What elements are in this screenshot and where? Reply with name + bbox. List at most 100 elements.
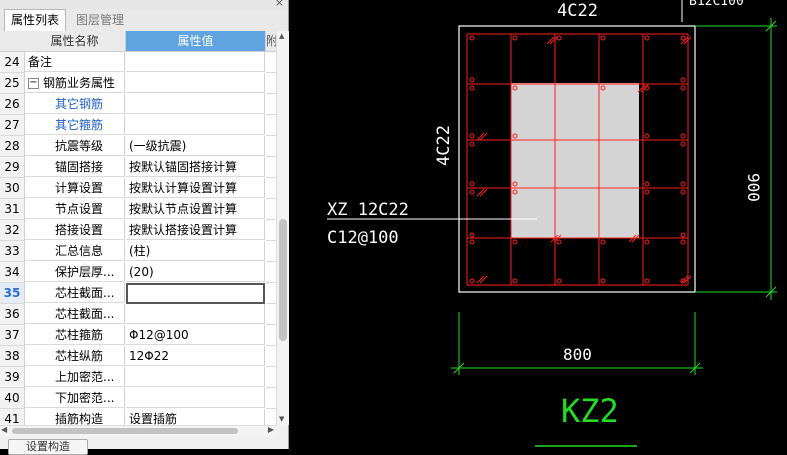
- row-number[interactable]: 36: [0, 304, 25, 325]
- property-value-editor[interactable]: [126, 283, 265, 304]
- row-number[interactable]: 30: [0, 178, 25, 199]
- extra-column-header[interactable]: 附: [266, 31, 276, 52]
- property-row[interactable]: 24 备注: [0, 52, 276, 73]
- property-name[interactable]: 上加密范...: [25, 367, 125, 387]
- property-name[interactable]: 芯柱纵筋: [25, 346, 125, 366]
- property-row[interactable]: 29 锚固搭接 按默认锚固搭接计算: [0, 157, 276, 178]
- extra-cell: [266, 115, 276, 136]
- property-value[interactable]: [126, 94, 265, 114]
- collapse-icon[interactable]: −: [28, 78, 39, 89]
- vertical-scrollbar[interactable]: ▲ ▼: [276, 31, 289, 425]
- row-number[interactable]: 35: [0, 283, 25, 304]
- property-value[interactable]: (一级抗震): [126, 136, 265, 156]
- property-row[interactable]: 34 保护层厚... (20): [0, 262, 276, 283]
- row-number[interactable]: 27: [0, 115, 25, 136]
- property-name[interactable]: 保护层厚...: [25, 262, 125, 282]
- property-value[interactable]: 按默认搭接设置计算: [126, 220, 265, 240]
- property-value[interactable]: [126, 388, 265, 408]
- property-value[interactable]: 12Φ22: [126, 346, 265, 366]
- property-row[interactable]: 39 上加密范...: [0, 367, 276, 388]
- property-value[interactable]: (20): [126, 262, 265, 282]
- property-row[interactable]: 40 下加密范...: [0, 388, 276, 409]
- scroll-up-icon[interactable]: ▲: [279, 32, 284, 40]
- row-number[interactable]: 25: [0, 73, 25, 94]
- property-name[interactable]: 计算设置: [25, 178, 125, 198]
- property-name[interactable]: 芯柱截面...: [25, 283, 125, 303]
- property-name[interactable]: 锚固搭接: [25, 157, 125, 177]
- property-name[interactable]: 节点设置: [25, 199, 125, 219]
- vertical-scroll-thumb[interactable]: [279, 219, 287, 341]
- property-name[interactable]: 汇总信息: [25, 241, 125, 261]
- property-name[interactable]: 下加密范...: [25, 388, 125, 408]
- row-number[interactable]: 34: [0, 262, 25, 283]
- property-row[interactable]: 31 节点设置 按默认节点设置计算: [0, 199, 276, 220]
- property-row[interactable]: 27 其它箍筋: [0, 115, 276, 136]
- tab-property-list[interactable]: 属性列表: [4, 9, 67, 32]
- row-number[interactable]: 41: [0, 409, 25, 425]
- property-value[interactable]: 按默认计算设置计算: [126, 178, 265, 198]
- property-name[interactable]: 备注: [25, 52, 125, 72]
- scroll-left-icon[interactable]: ◀: [1, 425, 7, 434]
- row-number[interactable]: 33: [0, 241, 25, 262]
- property-value[interactable]: (柱): [126, 241, 265, 261]
- property-name[interactable]: 其它箍筋: [25, 115, 125, 135]
- row-number[interactable]: 39: [0, 367, 25, 388]
- extra-cell: [266, 346, 276, 367]
- left-rebar-label: 4C22: [434, 125, 454, 166]
- drawing-canvas[interactable]: 4C22 B12C100 4C22 XZ 12C22 C12@100 900 8…: [289, 0, 787, 449]
- horizontal-scrollbar[interactable]: ◀ ▶: [0, 425, 276, 436]
- property-name-header[interactable]: 属性名称: [24, 31, 126, 52]
- property-value-header[interactable]: 属性值: [126, 31, 266, 52]
- property-row[interactable]: 28 抗震等级 (一级抗震): [0, 136, 276, 157]
- top-rebar-label: 4C22: [557, 1, 598, 21]
- property-name[interactable]: 芯柱箍筋: [25, 325, 125, 345]
- property-value[interactable]: 按默认节点设置计算: [126, 199, 265, 219]
- row-number[interactable]: 29: [0, 157, 25, 178]
- property-name[interactable]: 抗震等级: [25, 136, 125, 156]
- row-number[interactable]: 40: [0, 388, 25, 409]
- row-number[interactable]: 24: [0, 52, 25, 73]
- property-name[interactable]: − 钢筋业务属性: [25, 73, 125, 93]
- row-number[interactable]: 32: [0, 220, 25, 241]
- row-number[interactable]: 28: [0, 136, 25, 157]
- property-grid: 属性名称 属性值 附 24 备注 25− 钢筋业务属性 26 其它钢筋 27 其它箍筋 28 抗震…: [0, 31, 276, 425]
- close-icon[interactable]: ×: [275, 0, 284, 9]
- property-row[interactable]: 26 其它钢筋: [0, 94, 276, 115]
- property-value[interactable]: Φ12@100: [126, 325, 265, 345]
- property-value[interactable]: 按默认锚固搭接计算: [126, 157, 265, 177]
- tab-layer-management[interactable]: 图层管理: [70, 10, 130, 30]
- property-row[interactable]: 37 芯柱箍筋 Φ12@100: [0, 325, 276, 346]
- property-row[interactable]: 38 芯柱纵筋 12Φ22: [0, 346, 276, 367]
- row-number[interactable]: 26: [0, 94, 25, 115]
- property-name-label: 钢筋业务属性: [43, 76, 116, 90]
- property-value[interactable]: [126, 304, 265, 324]
- setup-construction-button[interactable]: 设置构造: [8, 439, 88, 455]
- property-row[interactable]: 41 插筋构造 设置插筋: [0, 409, 276, 425]
- property-row[interactable]: 25− 钢筋业务属性: [0, 73, 276, 94]
- property-row[interactable]: 36 芯柱截面...: [0, 304, 276, 325]
- top-right-label: B12C100: [689, 0, 744, 9]
- property-name[interactable]: 芯柱截面...: [25, 304, 125, 324]
- property-name[interactable]: 其它钢筋: [25, 94, 125, 114]
- property-value[interactable]: 设置插筋: [126, 409, 265, 425]
- row-number[interactable]: 38: [0, 346, 25, 367]
- scroll-right-icon[interactable]: ▶: [268, 425, 274, 434]
- extra-cell: [266, 136, 276, 157]
- property-name[interactable]: 搭接设置: [25, 220, 125, 240]
- column-section-drawing: 4C22 B12C100 4C22 XZ 12C22 C12@100 900 8…: [289, 0, 787, 449]
- property-name-label: 汇总信息: [55, 244, 104, 258]
- property-row[interactable]: 32 搭接设置 按默认搭接设置计算: [0, 220, 276, 241]
- property-value[interactable]: [126, 367, 265, 387]
- property-value[interactable]: [126, 52, 265, 72]
- property-name[interactable]: 插筋构造: [25, 409, 125, 425]
- property-row[interactable]: 33 汇总信息 (柱): [0, 241, 276, 262]
- row-number[interactable]: 37: [0, 325, 25, 346]
- extra-cell: [266, 52, 276, 73]
- property-value[interactable]: [126, 73, 265, 93]
- property-row[interactable]: 35 芯柱截面...: [0, 283, 276, 304]
- horizontal-scroll-thumb[interactable]: [12, 428, 238, 434]
- scroll-down-icon[interactable]: ▼: [279, 415, 284, 423]
- row-number[interactable]: 31: [0, 199, 25, 220]
- property-value[interactable]: [126, 115, 265, 135]
- property-row[interactable]: 30 计算设置 按默认计算设置计算: [0, 178, 276, 199]
